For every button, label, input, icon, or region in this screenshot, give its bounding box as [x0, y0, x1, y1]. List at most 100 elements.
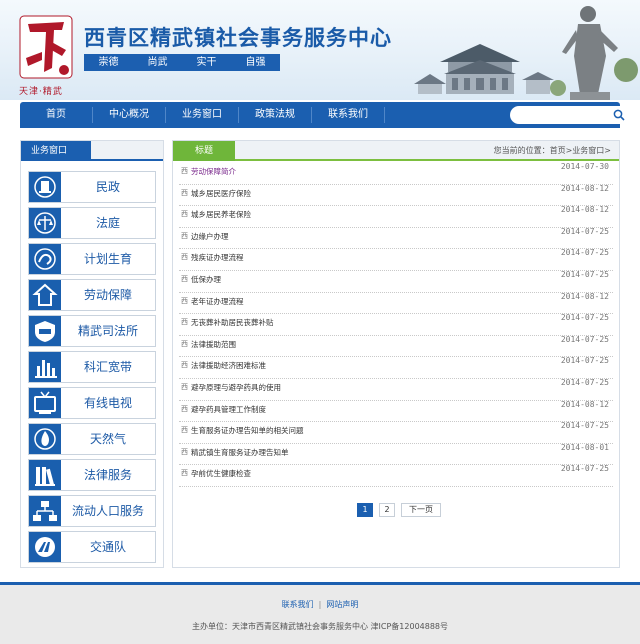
news-item[interactable]: 西 生育服务证办理告知单的相关问题 2014-07-25 — [179, 421, 613, 444]
traffic-icon — [29, 532, 61, 562]
nav-policies[interactable]: 政策法规 — [239, 102, 311, 128]
news-title[interactable]: 精武镇生育服务证办理告知单 — [191, 447, 289, 458]
news-item[interactable]: 西 法律援助经济困难标准 2014-07-25 — [179, 356, 613, 379]
news-title[interactable]: 城乡居民医疗保险 — [191, 188, 251, 199]
gas-flame-icon — [29, 424, 61, 454]
news-bullet: 西 — [181, 361, 188, 370]
news-item[interactable]: 西 劳动保障简介 2014-07-30 — [179, 162, 613, 185]
news-item[interactable]: 西 精武镇生育服务证办理告知单 2014-08-01 — [179, 442, 613, 466]
sidebar-item-label: 法律服务 — [83, 468, 132, 482]
news-title[interactable]: 老年证办理流程 — [191, 296, 244, 307]
footer-link-contact[interactable]: 联系我们 — [282, 600, 314, 609]
search-input[interactable] — [518, 108, 610, 122]
footer-link-statement[interactable]: 网站声明 — [326, 600, 358, 609]
news-date: 2014-08-12 — [560, 399, 609, 409]
search-icon[interactable] — [613, 109, 625, 121]
site-title: 西青区精武镇社会事务服务中心 — [84, 26, 392, 50]
news-bullet: 西 — [181, 382, 188, 391]
site-header: 天津·精武 西青区精武镇社会事务服务中心 崇德 尚武 实干 自强 — [0, 0, 640, 100]
news-item[interactable]: 西 孕前优生健康检查 2014-07-25 — [179, 464, 613, 487]
news-title[interactable]: 法律援助范围 — [191, 339, 236, 350]
sidebar-item-cable-tv[interactable]: 有线电视 — [28, 387, 156, 419]
main-tab[interactable]: 标题 — [173, 141, 235, 161]
search-box — [510, 106, 632, 124]
sidebar-item-court[interactable]: 法庭 — [28, 207, 156, 239]
site-footer: 联系我们 | 网站声明 主办单位：天津市西青区精武镇社会事务服务中心 津ICP备12… — [0, 582, 640, 644]
news-date: 2014-07-25 — [560, 226, 609, 236]
sidebar-item-traffic-police[interactable]: 交通队 — [28, 531, 156, 563]
news-date: 2014-07-25 — [560, 421, 609, 431]
next-page-button[interactable]: 下一页 — [401, 503, 441, 517]
sidebar-item-judicial-office[interactable]: 精武司法所 — [28, 315, 156, 347]
news-date: 2014-08-12 — [560, 205, 609, 215]
nav-center-overview[interactable]: 中心概况 — [93, 102, 165, 128]
news-item[interactable]: 西 城乡居民养老保险 2014-08-12 — [179, 205, 613, 228]
sidebar-item-label: 法庭 — [95, 216, 120, 230]
news-title[interactable]: 法律援助经济困难标准 — [191, 360, 266, 371]
news-title[interactable]: 边缘户办理 — [191, 231, 229, 242]
broadband-icon — [29, 352, 61, 382]
org-chart-icon — [29, 496, 61, 526]
news-title[interactable]: 避孕药具管理工作制度 — [191, 404, 266, 415]
sidebar-item-labor-security[interactable]: 劳动保障 — [28, 279, 156, 311]
sidebar-item-legal-services[interactable]: 法律服务 — [28, 459, 156, 491]
sidebar-item-label: 民政 — [95, 180, 120, 194]
logo[interactable] — [18, 10, 74, 86]
labor-security-icon — [29, 280, 61, 310]
news-item[interactable]: 西 残疾证办理流程 2014-07-25 — [179, 248, 613, 271]
news-item[interactable]: 西 低保办理 2014-07-25 — [179, 269, 613, 293]
news-item[interactable]: 西 避孕药具管理工作制度 2014-08-12 — [179, 399, 613, 423]
news-item[interactable]: 西 法律援助范围 2014-07-25 — [179, 335, 613, 358]
news-title[interactable]: 避孕原理与避孕药具的使用 — [191, 382, 281, 393]
news-bullet: 西 — [181, 231, 188, 240]
sidebar: 业务窗口 民政 法庭 计划生育 劳动保障 精武司法所 科汇宽带 有线电视 天然气… — [20, 140, 164, 568]
sidebar-item-family-planning[interactable]: 计划生育 — [28, 243, 156, 275]
motto-bar: 崇德 尚武 实干 自强 — [84, 54, 280, 71]
nav-contact[interactable]: 联系我们 — [312, 102, 384, 128]
books-icon — [29, 460, 61, 490]
page-1-button[interactable]: 1 — [357, 503, 373, 517]
main-nav: 首页 中心概况 业务窗口 政策法规 联系我们 — [20, 102, 632, 128]
news-date: 2014-07-25 — [560, 356, 609, 366]
sidebar-item-broadband[interactable]: 科汇宽带 — [28, 351, 156, 383]
news-item[interactable]: 西 老年证办理流程 2014-08-12 — [179, 292, 613, 315]
news-title[interactable]: 生育服务证办理告知单的相关问题 — [191, 425, 304, 436]
news-bullet: 西 — [181, 469, 188, 478]
news-bullet: 西 — [181, 210, 188, 219]
news-bullet: 西 — [181, 426, 188, 435]
news-date: 2014-07-25 — [560, 313, 609, 323]
sidebar-header: 业务窗口 — [21, 141, 163, 161]
news-list: 西 劳动保障简介 2014-07-30 西 城乡居民医疗保险 2014-08-1… — [179, 162, 613, 487]
sidebar-item-floating-population[interactable]: 流动人口服务 — [28, 495, 156, 527]
nav-business-window[interactable]: 业务窗口 — [166, 102, 238, 128]
motto-item: 实干 — [196, 57, 217, 68]
footer-links: 联系我们 | 网站声明 — [0, 599, 640, 610]
sidebar-item-label: 科汇宽带 — [83, 360, 132, 374]
news-item[interactable]: 西 无丧葬补助居民丧葬补贴 2014-07-25 — [179, 313, 613, 336]
civil-affairs-icon — [29, 172, 61, 202]
news-title[interactable]: 孕前优生健康检查 — [191, 468, 251, 479]
news-bullet: 西 — [181, 404, 188, 413]
news-date: 2014-07-25 — [560, 464, 609, 474]
nav-home[interactable]: 首页 — [20, 102, 92, 128]
news-title[interactable]: 低保办理 — [191, 274, 221, 285]
news-item[interactable]: 西 避孕原理与避孕药具的使用 2014-07-25 — [179, 377, 613, 401]
news-item[interactable]: 西 城乡居民医疗保险 2014-08-12 — [179, 184, 613, 207]
news-title[interactable]: 城乡居民养老保险 — [191, 209, 251, 220]
sidebar-item-label: 天然气 — [89, 432, 126, 446]
sidebar-item-natural-gas[interactable]: 天然气 — [28, 423, 156, 455]
news-title[interactable]: 残疾证办理流程 — [191, 252, 244, 263]
news-title[interactable]: 无丧葬补助居民丧葬补贴 — [191, 317, 274, 328]
news-date: 2014-07-25 — [560, 377, 609, 387]
sidebar-item-civil-affairs[interactable]: 民政 — [28, 171, 156, 203]
news-date: 2014-08-01 — [560, 442, 609, 452]
news-item[interactable]: 西 边缘户办理 2014-07-25 — [179, 226, 613, 250]
page-2-button[interactable]: 2 — [379, 503, 395, 517]
sidebar-item-label: 精武司法所 — [77, 324, 138, 338]
sidebar-item-label: 计划生育 — [83, 252, 132, 266]
breadcrumb: 您当前的位置：首页>业务窗口> — [493, 146, 611, 155]
news-date: 2014-07-25 — [560, 269, 609, 279]
news-bullet: 西 — [181, 274, 188, 283]
logo-caption: 天津·精武 — [19, 87, 63, 97]
news-title[interactable]: 劳动保障简介 — [191, 166, 236, 177]
